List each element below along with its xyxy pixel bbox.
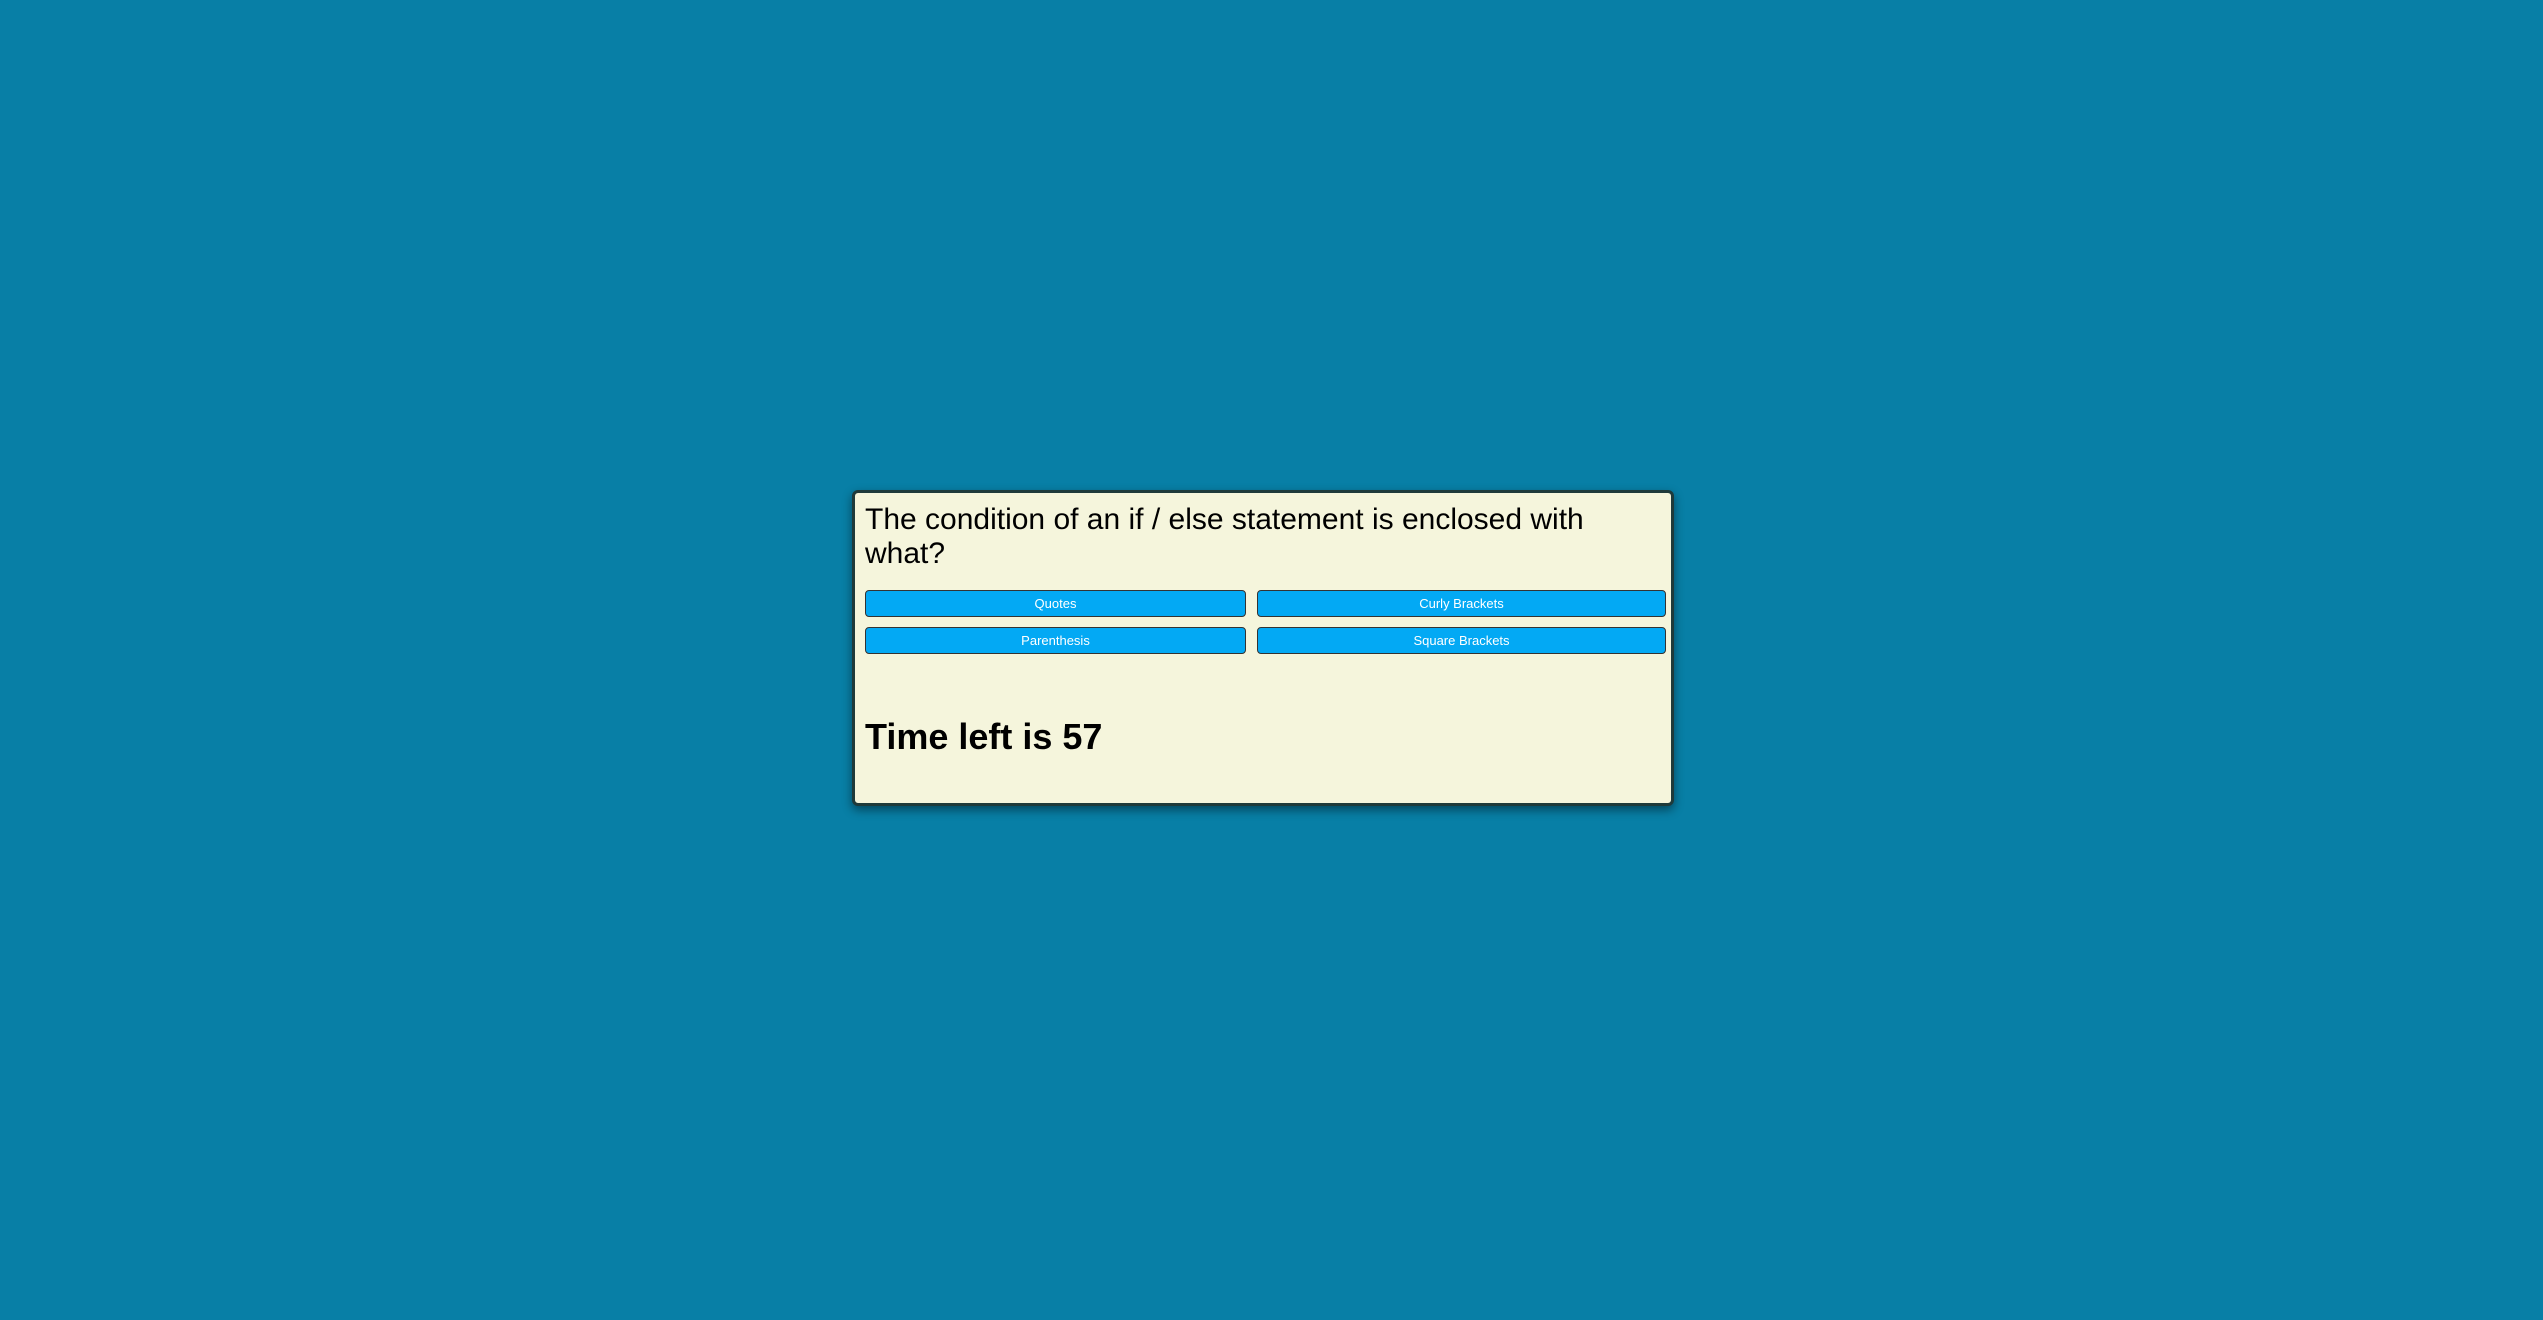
quiz-card: The condition of an if / else statement … (852, 490, 1674, 806)
answer-button-parenthesis[interactable]: Parenthesis (865, 627, 1246, 654)
timer-text: Time left is 57 (865, 716, 1103, 757)
answer-button-curly-brackets[interactable]: Curly Brackets (1257, 590, 1666, 617)
answer-options: Quotes Curly Brackets Parenthesis Square… (865, 590, 1666, 654)
answer-button-square-brackets[interactable]: Square Brackets (1257, 627, 1666, 654)
answer-button-quotes[interactable]: Quotes (865, 590, 1246, 617)
question-text: The condition of an if / else statement … (865, 503, 1584, 570)
